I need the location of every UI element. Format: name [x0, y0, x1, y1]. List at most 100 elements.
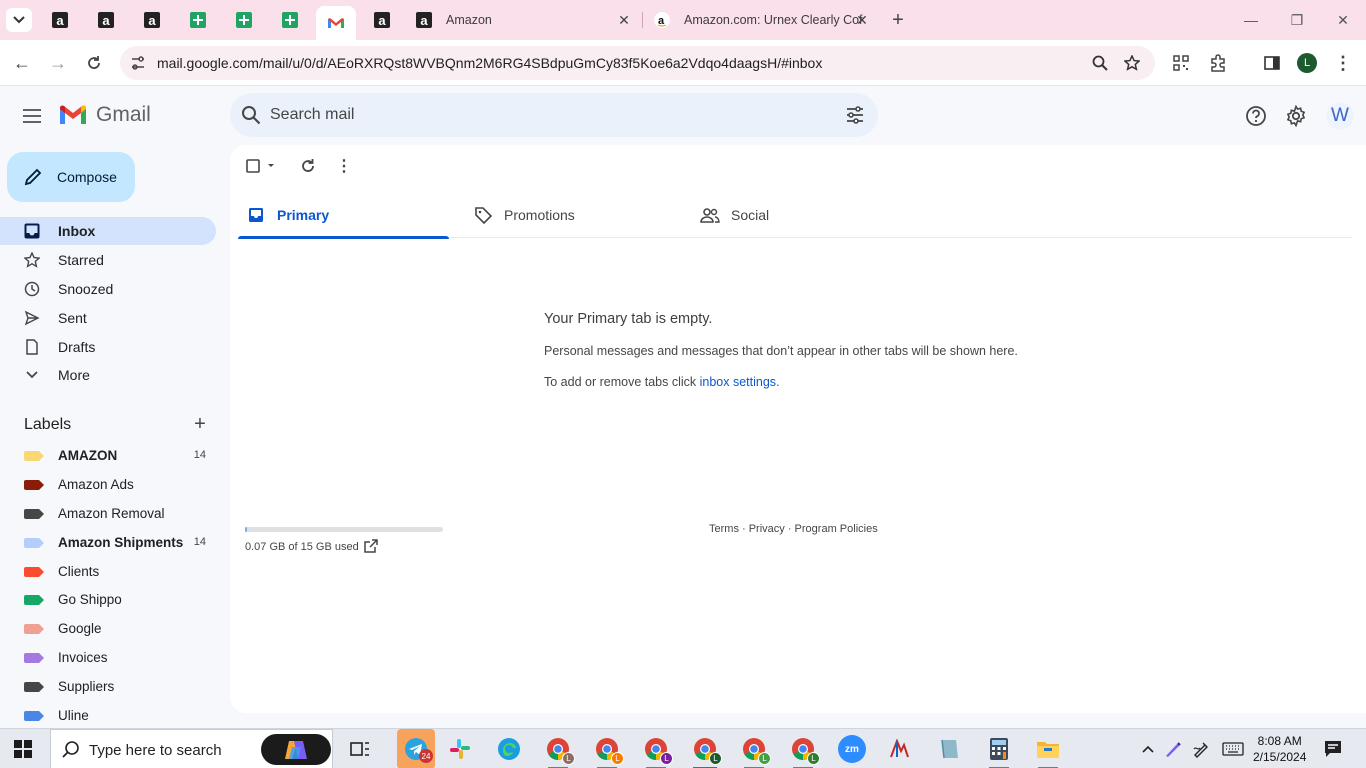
- bookmark-star-icon[interactable]: [1122, 53, 1142, 73]
- pinned-tab-gmail[interactable]: [316, 6, 356, 40]
- gmail-favicon-icon: [328, 18, 344, 28]
- sidebar-item-label: Snoozed: [58, 281, 114, 297]
- sidebar-item-sent[interactable]: Sent: [0, 304, 216, 332]
- notes-app-icon[interactable]: [936, 735, 964, 763]
- label-item-amazon[interactable]: AMAZON 14: [0, 442, 216, 470]
- restore-button[interactable]: ❐: [1285, 8, 1309, 32]
- side-panel-icon[interactable]: [1261, 52, 1283, 74]
- address-bar[interactable]: mail.google.com/mail/u/0/d/AEoRXRQst8WVB…: [120, 46, 1155, 80]
- chrome-app-icon[interactable]: L: [593, 735, 624, 768]
- label-item-amazon-removal[interactable]: Amazon Removal: [0, 500, 216, 528]
- category-tabs: Primary Promotions Social: [238, 193, 1352, 239]
- sidebar-item-more[interactable]: More: [0, 361, 216, 389]
- sidebar-item-drafts[interactable]: Drafts: [0, 333, 216, 361]
- more-options-icon[interactable]: ⋮: [333, 155, 355, 177]
- close-tab-icon[interactable]: ✕: [616, 12, 632, 28]
- inbox-settings-link[interactable]: inbox settings: [700, 375, 776, 389]
- create-label-button[interactable]: +: [190, 413, 210, 435]
- tab-promotions[interactable]: Promotions: [465, 193, 676, 238]
- pen-menu-icon[interactable]: [1191, 739, 1211, 759]
- zoom-icon[interactable]: [1090, 53, 1110, 73]
- new-tab-button[interactable]: +: [886, 8, 910, 32]
- telegram-app-icon[interactable]: 24: [397, 729, 435, 768]
- chrome-profile-badge: L: [807, 752, 820, 765]
- amazon-favicon-icon: a: [98, 12, 114, 28]
- minimize-button[interactable]: —: [1239, 8, 1263, 32]
- account-avatar[interactable]: W: [1326, 102, 1354, 130]
- compose-button[interactable]: Compose: [7, 152, 135, 202]
- label-item-amazon-ads[interactable]: Amazon Ads: [0, 471, 216, 499]
- sidebar-item-starred[interactable]: Starred: [0, 246, 216, 274]
- reload-button[interactable]: [82, 51, 106, 75]
- gmail-logo[interactable]: Gmail: [58, 103, 151, 127]
- label-item-amazon-shipments[interactable]: Amazon Shipments 14: [0, 529, 216, 557]
- extensions-icon[interactable]: [1207, 52, 1229, 74]
- pinned-tab-sheets[interactable]: [178, 6, 218, 34]
- notification-center-icon[interactable]: [1323, 739, 1343, 759]
- file-explorer-icon[interactable]: [1034, 735, 1062, 768]
- close-tab-icon[interactable]: ✕: [854, 12, 870, 28]
- pinned-tab-sheets[interactable]: [224, 6, 264, 34]
- slack-app-icon[interactable]: [446, 735, 474, 763]
- forward-button[interactable]: →: [46, 51, 70, 75]
- label-count: 14: [193, 536, 206, 548]
- refresh-button[interactable]: [297, 155, 319, 177]
- search-icon[interactable]: [240, 104, 262, 126]
- pinned-tab-amazon[interactable]: a: [86, 6, 126, 34]
- browser-menu-icon[interactable]: ⋮: [1332, 52, 1354, 74]
- search-placeholder: Search mail: [270, 106, 355, 123]
- settings-gear-icon[interactable]: [1284, 104, 1308, 128]
- main-menu-icon[interactable]: [20, 104, 44, 128]
- edge-app-icon[interactable]: [495, 735, 523, 763]
- label-item-go-shippo[interactable]: Go Shippo: [0, 586, 216, 614]
- label-tag-icon: [24, 567, 44, 577]
- show-hidden-icons-chevron-icon[interactable]: [1138, 739, 1158, 759]
- browser-profile-avatar[interactable]: L: [1297, 53, 1317, 73]
- chrome-app-icon[interactable]: L: [544, 735, 575, 768]
- label-item-clients[interactable]: Clients: [0, 558, 216, 586]
- chrome-app-icon[interactable]: L: [740, 735, 771, 768]
- open-in-new-icon[interactable]: [364, 539, 378, 553]
- chrome-app-icon[interactable]: L: [789, 735, 820, 768]
- empty-state-description: Personal messages and messages that don’…: [544, 344, 1018, 358]
- chrome-app-icon[interactable]: L: [691, 735, 722, 768]
- label-item-suppliers[interactable]: Suppliers: [0, 673, 216, 701]
- zoom-app-icon[interactable]: zm: [838, 735, 866, 763]
- search-options-icon[interactable]: [844, 104, 866, 126]
- pinned-tab-amazon[interactable]: a: [132, 6, 172, 34]
- tab-primary[interactable]: Primary: [238, 193, 449, 239]
- pen-icon[interactable]: [1163, 739, 1183, 759]
- task-view-icon[interactable]: [346, 735, 374, 763]
- url-text: mail.google.com/mail/u/0/d/AEoRXRQst8WVB…: [157, 55, 823, 71]
- taskbar-search-input[interactable]: Type here to search: [50, 729, 333, 768]
- tab-search-button[interactable]: [6, 8, 32, 32]
- back-button[interactable]: ←: [10, 51, 34, 75]
- chrome-app-icon[interactable]: L: [642, 735, 673, 768]
- empty-state-title: Your Primary tab is empty.: [544, 311, 713, 327]
- app-icon[interactable]: [887, 735, 915, 763]
- search-input[interactable]: Search mail: [230, 93, 878, 137]
- footer-links[interactable]: Terms · Privacy · Program Policies: [709, 523, 878, 535]
- sidebar-item-snoozed[interactable]: Snoozed: [0, 275, 216, 303]
- close-window-button[interactable]: ✕: [1331, 8, 1355, 32]
- label-item-google[interactable]: Google: [0, 615, 216, 643]
- pinned-tab-sheets[interactable]: [270, 6, 310, 34]
- touch-keyboard-icon[interactable]: [1221, 739, 1245, 759]
- windows-start-icon[interactable]: [14, 740, 32, 758]
- tab-divider: [642, 12, 643, 28]
- sidebar-item-inbox[interactable]: Inbox: [0, 217, 216, 245]
- pinned-tab-amazon[interactable]: a: [362, 6, 402, 34]
- calculator-app-icon[interactable]: [985, 735, 1013, 768]
- help-icon[interactable]: [1244, 104, 1268, 128]
- qr-code-icon[interactable]: [1170, 52, 1192, 74]
- label-tag-icon: [24, 682, 44, 692]
- label-item-uline[interactable]: Uline: [0, 702, 216, 726]
- tab-social[interactable]: Social: [692, 193, 903, 238]
- tab-amazon-product[interactable]: a Amazon.com: Urnex Clearly Cof ✕: [644, 6, 876, 34]
- tab-amazon[interactable]: a Amazon ✕: [406, 6, 638, 34]
- copilot-icon[interactable]: [261, 734, 331, 765]
- select-all-checkbox[interactable]: [244, 155, 280, 177]
- pinned-tab-amazon[interactable]: a: [40, 6, 80, 34]
- label-item-invoices[interactable]: Invoices: [0, 644, 216, 672]
- system-clock[interactable]: 8:08 AM 2/15/2024: [1253, 733, 1306, 765]
